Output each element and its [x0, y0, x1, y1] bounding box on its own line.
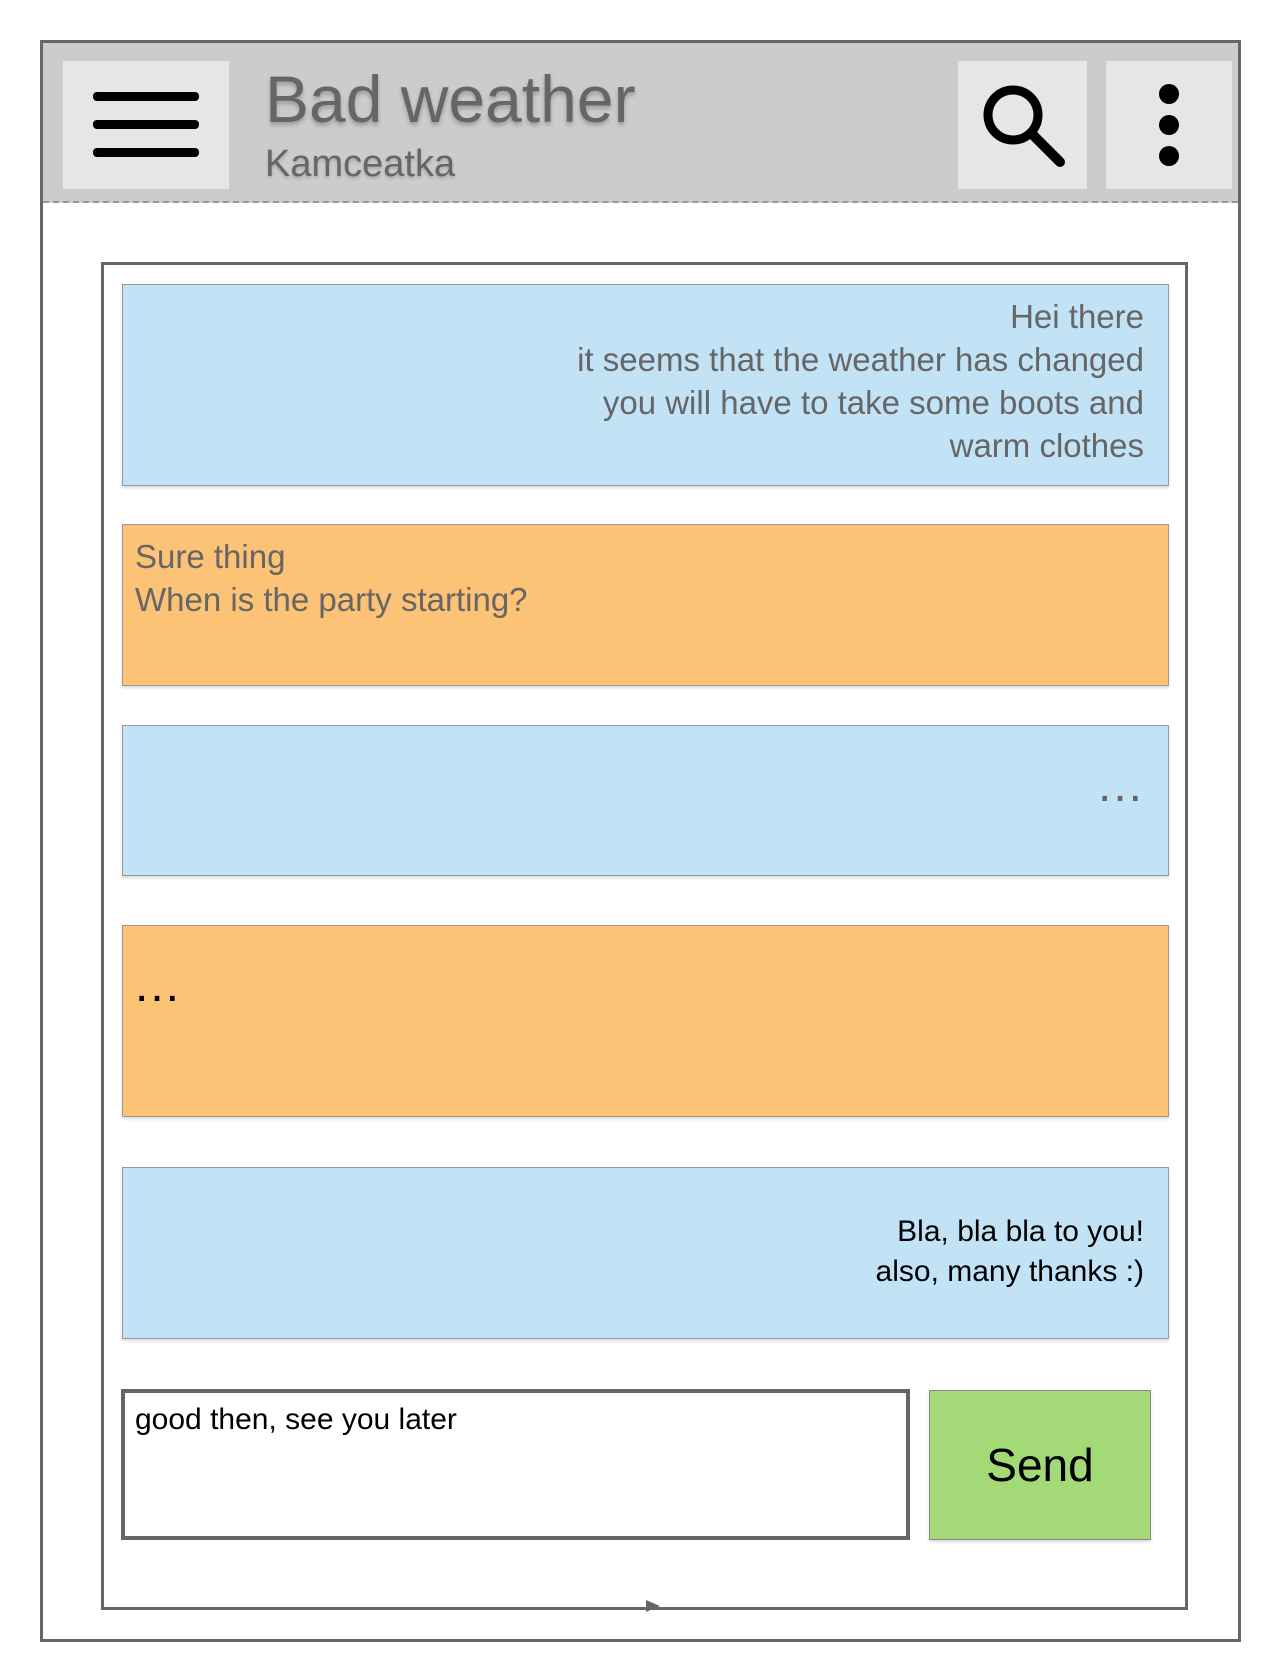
message-bubble-incoming: Hei there it seems that the weather has …: [122, 284, 1169, 486]
message-text: ...: [135, 959, 182, 1012]
message-text: ...: [1097, 759, 1144, 812]
message-bubble-outgoing: ...: [122, 925, 1169, 1117]
phone-frame: Bad weather Kamceatka Hei there it seems…: [40, 40, 1241, 1642]
message-bubble-incoming: ...: [122, 725, 1169, 876]
message-input[interactable]: good then, see you later: [121, 1389, 910, 1540]
message-text: Sure thing: [135, 538, 286, 575]
page-title: Bad weather: [265, 62, 636, 136]
more-vertical-icon: [1159, 84, 1179, 166]
chat-panel[interactable]: Hei there it seems that the weather has …: [101, 262, 1188, 1612]
app-bar: Bad weather Kamceatka: [43, 43, 1238, 203]
hamburger-menu-icon: [93, 92, 199, 157]
message-text: also, many thanks :): [875, 1255, 1144, 1288]
more-options-button[interactable]: [1106, 61, 1232, 189]
message-text: Bla, bla bla to you!: [897, 1215, 1144, 1248]
search-button[interactable]: [958, 61, 1087, 189]
message-text: you will have to take some boots and: [602, 384, 1144, 421]
message-text: Hei there: [1010, 298, 1144, 335]
message-bubble-incoming: Bla, bla bla to you! also, many thanks :…: [122, 1167, 1169, 1339]
scroll-arrow-icon: [646, 1600, 660, 1612]
search-icon: [983, 85, 1065, 167]
send-button[interactable]: Send: [929, 1390, 1151, 1540]
message-text: When is the party starting?: [135, 581, 528, 618]
page-subtitle: Kamceatka: [265, 143, 456, 185]
message-text: warm clothes: [949, 427, 1144, 464]
menu-button[interactable]: [63, 61, 229, 189]
message-bubble-outgoing: Sure thing When is the party starting?: [122, 524, 1169, 686]
message-text: it seems that the weather has changed: [577, 341, 1144, 378]
